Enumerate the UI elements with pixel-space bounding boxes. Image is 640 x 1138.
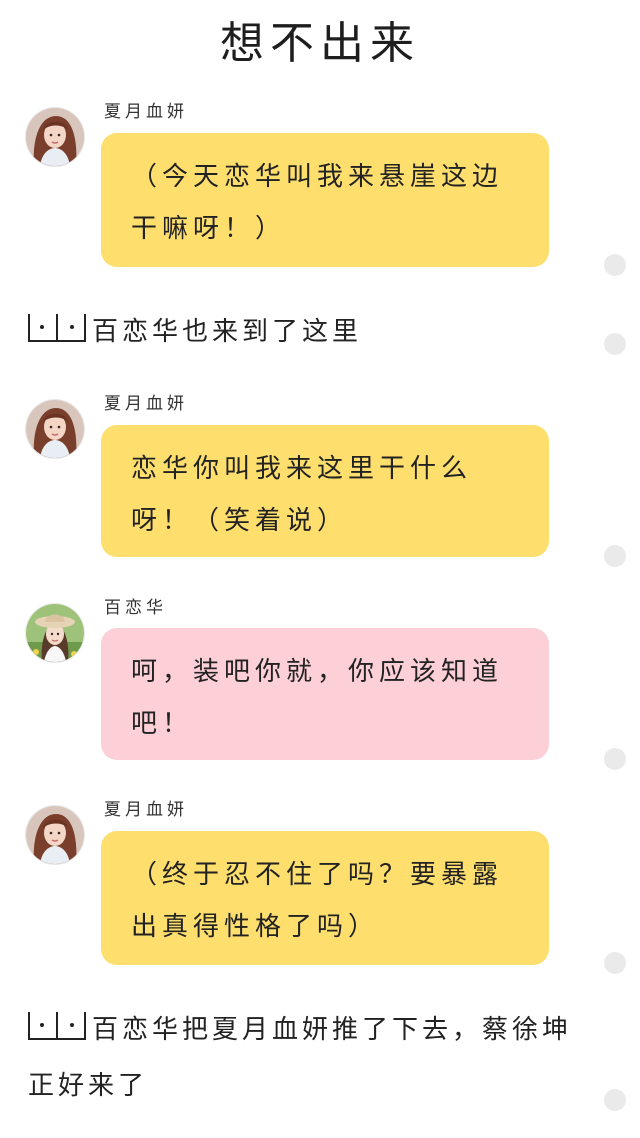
avatar[interactable] (26, 400, 84, 458)
side-dot-icon (604, 952, 626, 974)
avatar[interactable] (26, 108, 84, 166)
sender-name: 夏月血妍 (104, 394, 188, 414)
avatar-girl-hat-icon (26, 604, 84, 662)
narration-line: 百恋华也来到了这里 (28, 304, 588, 360)
side-dot-icon (604, 333, 626, 355)
side-dot-icon (604, 545, 626, 567)
narration-marker-icon (28, 314, 86, 342)
narration-line: 百恋华把夏月血妍推了下去，蔡徐坤正好来了 (28, 1002, 588, 1114)
sender-name: 夏月血妍 (104, 800, 188, 820)
sender-name: 百恋华 (104, 598, 167, 618)
avatar-girl-long-hair-icon (26, 400, 84, 458)
avatar[interactable] (26, 806, 84, 864)
page-title: 想不出来 (220, 18, 420, 69)
narration-text: 百恋华也来到了这里 (92, 317, 363, 347)
narration-text: 百恋华把夏月血妍推了下去，蔡徐坤正好来了 (28, 1015, 573, 1101)
message-bubble[interactable]: （终于忍不住了吗？要暴露出真得性格了吗） (101, 831, 549, 965)
side-dot-icon (604, 748, 626, 770)
avatar-girl-long-hair-icon (26, 108, 84, 166)
message-bubble[interactable]: 恋华你叫我来这里干什么呀！（笑着说） (101, 425, 549, 557)
side-dot-icon (604, 1089, 626, 1111)
avatar[interactable] (26, 604, 84, 662)
sender-name: 夏月血妍 (104, 102, 188, 122)
side-dot-icon (604, 254, 626, 276)
message-bubble[interactable]: （今天恋华叫我来悬崖这边干嘛呀！） (101, 133, 549, 267)
narration-marker-icon (28, 1012, 86, 1040)
avatar-girl-long-hair-icon (26, 806, 84, 864)
message-bubble[interactable]: 呵，装吧你就，你应该知道吧！ (101, 628, 549, 760)
